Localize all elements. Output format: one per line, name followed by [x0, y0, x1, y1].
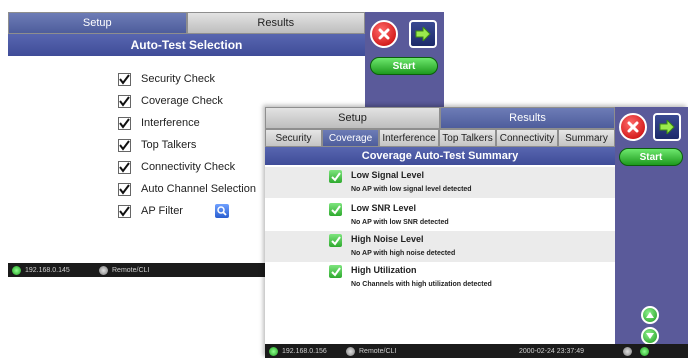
pass-check-icon: [329, 170, 342, 183]
start-button[interactable]: Start: [370, 57, 438, 75]
ip-address: 192.168.0.156: [282, 347, 327, 355]
remote-icon[interactable]: [99, 265, 108, 275]
summary-detail: No AP with low signal level detected: [351, 186, 472, 193]
close-button[interactable]: [370, 20, 398, 48]
checkbox-check-icon: [119, 205, 130, 217]
page-title: Coverage Auto-Test Summary: [265, 147, 615, 165]
summary-detail: No Channels with high utilization detect…: [351, 281, 492, 288]
summary-title: Low SNR Level: [351, 203, 417, 213]
remote-icon[interactable]: [346, 346, 355, 356]
checklist-item-interference[interactable]: Interference: [118, 112, 256, 134]
datetime: 2000-02-24 23:37:49: [519, 347, 584, 355]
checkbox[interactable]: [118, 204, 131, 218]
subtab-security[interactable]: Security: [265, 129, 322, 147]
scroll-down-button[interactable]: [641, 327, 659, 345]
checklist-item-coverage[interactable]: Coverage Check: [118, 90, 256, 112]
checkbox-check-icon: [119, 95, 130, 107]
summary-item-high-noise: High Noise Level No AP with high noise d…: [265, 231, 615, 262]
checklist-label: Security Check: [141, 73, 215, 85]
checklist-item-top-talkers[interactable]: Top Talkers: [118, 134, 256, 156]
close-icon: [378, 28, 390, 40]
front-tab-bar: Setup Results: [265, 107, 615, 129]
checklist-item-ap-filter[interactable]: AP Filter: [118, 200, 256, 222]
next-arrow-icon: [415, 27, 431, 41]
ip-address: 192.168.0.145: [25, 266, 70, 274]
checkbox-check-icon: [119, 183, 130, 195]
checklist-item-auto-channel[interactable]: Auto Channel Selection: [118, 178, 256, 200]
tab-setup[interactable]: Setup: [8, 12, 187, 34]
scroll-down-icon: [646, 333, 654, 339]
summary-title: High Utilization: [351, 265, 417, 275]
summary-item-low-signal: Low Signal Level No AP with low signal l…: [265, 167, 615, 198]
pass-check-icon: [329, 234, 342, 247]
checklist-item-security[interactable]: Security Check: [118, 68, 256, 90]
scroll-up-button[interactable]: [641, 306, 659, 324]
pass-check-icon: [329, 203, 342, 216]
subtab-interference[interactable]: Interference: [379, 129, 439, 147]
checkbox[interactable]: [118, 182, 131, 196]
page-title: Auto-Test Selection: [8, 34, 365, 56]
close-icon: [627, 121, 639, 133]
next-arrow-icon: [659, 120, 675, 134]
ap-filter-button[interactable]: [214, 204, 229, 218]
summary-detail: No AP with low SNR detected: [351, 219, 449, 226]
search-filter-icon: [217, 206, 227, 216]
close-button[interactable]: [619, 113, 647, 141]
power-icon[interactable]: [640, 346, 649, 356]
summary-item-low-snr: Low SNR Level No AP with low SNR detecte…: [265, 200, 615, 231]
status-bar: 192.168.0.156 Remote/CLI 2000-02-24 23:3…: [265, 344, 688, 358]
summary-item-high-utilization: High Utilization No Channels with high u…: [265, 262, 615, 293]
remote-label: Remote/CLI: [112, 266, 150, 274]
remote-label: Remote/CLI: [359, 347, 397, 355]
checklist-label: Connectivity Check: [141, 161, 236, 173]
back-tab-bar: Setup Results: [8, 12, 365, 34]
checkbox[interactable]: [118, 160, 131, 174]
summary-list: Low Signal Level No AP with low signal l…: [265, 165, 615, 344]
checkbox[interactable]: [118, 116, 131, 130]
tab-setup[interactable]: Setup: [265, 107, 440, 129]
start-button[interactable]: Start: [619, 148, 683, 166]
scroll-up-icon: [646, 312, 654, 318]
checklist-label: Top Talkers: [141, 139, 197, 151]
checklist-label: Interference: [141, 117, 200, 129]
next-button[interactable]: [653, 113, 681, 141]
next-button[interactable]: [409, 20, 437, 48]
checkbox[interactable]: [118, 94, 131, 108]
checkbox[interactable]: [118, 138, 131, 152]
pass-check-icon: [329, 265, 342, 278]
checkbox-check-icon: [119, 161, 130, 173]
checkbox-check-icon: [119, 139, 130, 151]
network-status-icon: [12, 265, 21, 275]
checkbox-check-icon: [119, 73, 130, 85]
summary-title: High Noise Level: [351, 234, 424, 244]
checklist-label: AP Filter: [141, 205, 183, 217]
tab-results[interactable]: Results: [186, 12, 365, 34]
tab-results[interactable]: Results: [440, 107, 615, 129]
subtab-connectivity[interactable]: Connectivity: [496, 129, 558, 147]
settings-icon[interactable]: [623, 346, 632, 356]
checklist-label: Auto Channel Selection: [141, 183, 256, 195]
coverage-summary-window: Setup Results Security Coverage Interfer…: [265, 107, 688, 358]
summary-detail: No AP with high noise detected: [351, 250, 456, 257]
test-checklist: Security Check Coverage Check Interferen…: [118, 68, 256, 222]
results-subtab-bar: Security Coverage Interference Top Talke…: [265, 129, 615, 147]
network-status-icon: [269, 346, 278, 356]
subtab-top-talkers[interactable]: Top Talkers: [439, 129, 496, 147]
summary-title: Low Signal Level: [351, 170, 425, 180]
checkbox[interactable]: [118, 72, 131, 86]
checkbox-check-icon: [119, 117, 130, 129]
checklist-label: Coverage Check: [141, 95, 223, 107]
checklist-item-connectivity[interactable]: Connectivity Check: [118, 156, 256, 178]
subtab-coverage[interactable]: Coverage: [322, 129, 379, 147]
subtab-summary[interactable]: Summary: [558, 129, 615, 147]
